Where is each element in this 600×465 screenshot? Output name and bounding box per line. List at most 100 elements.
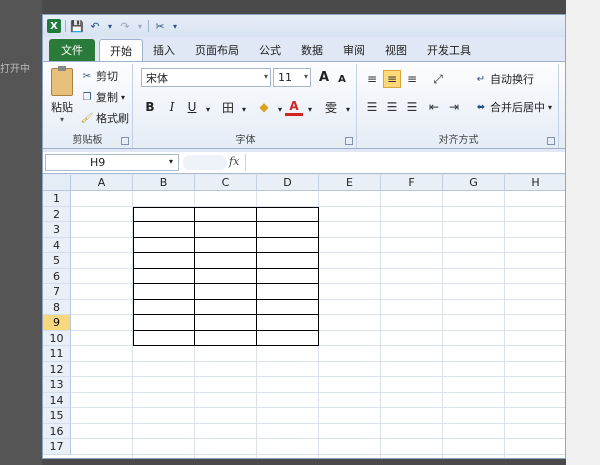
gridline-horizontal [71, 453, 565, 455]
insert-function-icon[interactable]: fx [229, 155, 239, 168]
decrease-indent-icon[interactable]: ⇤ [425, 98, 443, 116]
row-header-6[interactable]: 6 [43, 268, 71, 284]
worksheet-grid[interactable]: A B C D E F G H 1 2 3 4 5 6 7 8 9 10 11 12 13 14 15 16 17 [43, 175, 565, 458]
tab-data[interactable]: 数据 [291, 39, 333, 61]
tab-home[interactable]: 开始 [99, 39, 143, 61]
redo-icon[interactable]: ↷ [118, 19, 132, 33]
column-header-c[interactable]: C [195, 175, 257, 191]
font-size-combo[interactable]: 11 ▾ [273, 68, 311, 87]
font-launcher-icon[interactable] [345, 137, 353, 145]
paste-button[interactable]: 粘贴 ▾ [49, 66, 75, 126]
row-header-2[interactable]: 2 [43, 206, 71, 222]
row-header-5[interactable]: 5 [43, 253, 71, 269]
merge-dropdown-icon: ▾ [548, 102, 553, 112]
row-header-14[interactable]: 14 [43, 392, 71, 408]
increase-indent-icon[interactable]: ⇥ [445, 98, 463, 116]
formula-bar-splitter[interactable] [183, 155, 227, 170]
clipboard-launcher-icon[interactable] [121, 137, 129, 145]
row-header-10[interactable]: 10 [43, 330, 71, 346]
font-group: 宋体 ▾ 11 ▾ A A B I U ▾ 田 ▾ ◆ ▾ A ▾ 雯 ▾ 字体 [135, 64, 357, 148]
row-header-9[interactable]: 9 [43, 315, 71, 331]
column-header-d[interactable]: D [257, 175, 319, 191]
formula-input[interactable] [245, 154, 565, 171]
tab-developer[interactable]: 开发工具 [417, 39, 481, 61]
align-bottom-icon[interactable]: ≡ [403, 70, 421, 88]
qat-separator [148, 20, 149, 32]
align-center-icon[interactable]: ☰ [383, 98, 401, 116]
qat-separator [65, 20, 66, 32]
row-header-4[interactable]: 4 [43, 237, 71, 253]
border-dropdown-icon[interactable]: ▾ [235, 100, 253, 118]
tab-page-layout[interactable]: 页面布局 [185, 39, 249, 61]
underline-dropdown-icon[interactable]: ▾ [199, 100, 217, 118]
undo-dropdown-icon[interactable]: ▾ [106, 19, 114, 33]
column-header-g[interactable]: G [443, 175, 505, 191]
phonetic-button[interactable]: 雯 [321, 98, 341, 116]
format-painter-label: 格式刷 [96, 112, 129, 125]
row-header-12[interactable]: 12 [43, 361, 71, 377]
phonetic-dropdown-icon[interactable]: ▾ [339, 100, 357, 118]
tab-view[interactable]: 视图 [375, 39, 417, 61]
select-all-corner[interactable] [43, 175, 71, 191]
row-header-13[interactable]: 13 [43, 377, 71, 393]
copy-icon: ❐ [82, 91, 92, 103]
tab-file[interactable]: 文件 [49, 39, 95, 61]
column-header-h[interactable]: H [505, 175, 565, 191]
font-name-value: 宋体 [146, 71, 168, 85]
table-border-horizontal [133, 221, 319, 222]
italic-button[interactable]: I [163, 98, 181, 116]
customize-qat-icon[interactable]: ▾ [171, 19, 179, 33]
tool-icon[interactable]: ✂ [153, 19, 167, 33]
ribbon: 粘贴 ▾ ✂ 剪切 ❐ 复制 ▾ 🖌 格式刷 剪贴板 宋体 ▾ 11 ▾ A A… [43, 61, 565, 149]
redo-dropdown-icon[interactable]: ▾ [136, 19, 144, 33]
paste-label: 粘贴 [51, 101, 73, 114]
align-middle-icon[interactable]: ≡ [383, 70, 401, 88]
row-header-16[interactable]: 16 [43, 423, 71, 439]
column-header-b[interactable]: B [133, 175, 195, 191]
undo-icon[interactable]: ↶ [88, 19, 102, 33]
merge-center-button[interactable]: ⬌ 合并后居中 ▾ [475, 99, 552, 115]
copy-button[interactable]: ❐ 复制 ▾ [81, 89, 126, 105]
table-border-horizontal [133, 252, 319, 253]
table-border-horizontal [133, 329, 319, 331]
column-header-e[interactable]: E [319, 175, 381, 191]
alignment-launcher-icon[interactable] [547, 137, 555, 145]
name-box[interactable]: H9 [45, 154, 179, 171]
row-header-3[interactable]: 3 [43, 222, 71, 238]
table-border-horizontal [133, 314, 319, 315]
quick-access-toolbar: X 💾 ↶ ▾ ↷ ▾ ✂ ▾ [43, 15, 565, 37]
shrink-font-button[interactable]: A [333, 70, 351, 88]
brush-icon: 🖌 [80, 112, 94, 124]
table-border-horizontal [133, 267, 319, 269]
column-header-f[interactable]: F [381, 175, 443, 191]
tab-review[interactable]: 审阅 [333, 39, 375, 61]
excel-app-icon[interactable]: X [47, 19, 61, 33]
tab-insert[interactable]: 插入 [143, 39, 185, 61]
align-left-icon[interactable]: ☰ [363, 98, 381, 116]
row-header-1[interactable]: 1 [43, 191, 71, 207]
grow-font-button[interactable]: A [315, 68, 333, 86]
column-header-a[interactable]: A [71, 175, 133, 191]
font-color-dropdown-icon[interactable]: ▾ [301, 100, 319, 118]
row-header-17[interactable]: 17 [43, 439, 71, 455]
gridline-horizontal [71, 376, 565, 377]
save-icon[interactable]: 💾 [70, 19, 84, 33]
tab-formulas[interactable]: 公式 [249, 39, 291, 61]
name-box-dropdown-icon[interactable]: ▾ [169, 157, 173, 166]
align-right-icon[interactable]: ☰ [403, 98, 421, 116]
orientation-icon[interactable]: ⤢ [429, 70, 447, 88]
wrap-text-button[interactable]: ↵ 自动换行 [475, 71, 534, 87]
row-header-11[interactable]: 11 [43, 346, 71, 362]
table-border-horizontal [133, 283, 319, 284]
font-name-combo[interactable]: 宋体 ▾ [141, 68, 271, 87]
bordered-table[interactable] [133, 206, 319, 346]
wrap-text-label: 自动换行 [490, 73, 534, 86]
align-top-icon[interactable]: ≡ [363, 70, 381, 88]
row-header-15[interactable]: 15 [43, 408, 71, 424]
cut-button[interactable]: ✂ 剪切 [81, 68, 118, 84]
row-header-8[interactable]: 8 [43, 299, 71, 315]
row-header-7[interactable]: 7 [43, 284, 71, 300]
bold-button[interactable]: B [141, 98, 159, 116]
font-size-value: 11 [278, 71, 292, 84]
format-painter-button[interactable]: 🖌 格式刷 [81, 110, 129, 126]
